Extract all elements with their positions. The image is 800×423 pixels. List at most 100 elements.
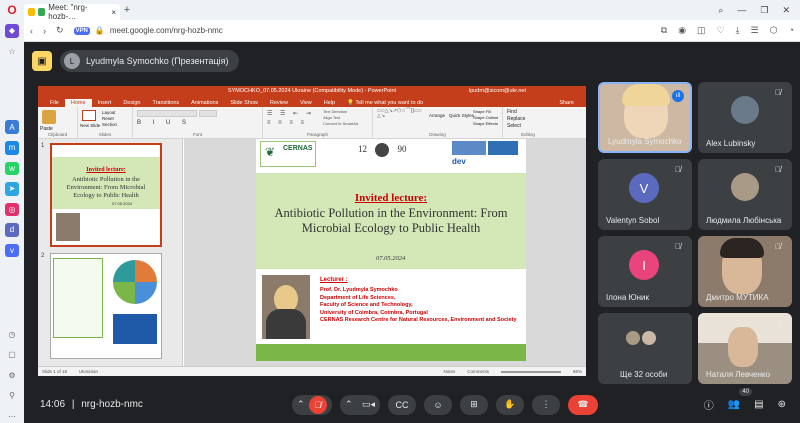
pin-icon[interactable]: ⚲ — [5, 389, 19, 403]
emoji-button[interactable]: ☺ — [424, 394, 452, 415]
chevron-up-icon[interactable]: ⌃ — [297, 399, 305, 410]
mic-off-button[interactable]: 🎙̸ — [309, 395, 327, 414]
participant-tile-4[interactable]: 🎙̸ Людмила Любінська — [698, 159, 792, 230]
profile-icon[interactable]: ◔ — [789, 25, 794, 36]
slide-thumb-1[interactable]: Invited lecture: Antibiotic Pollution in… — [50, 143, 162, 247]
layout-button[interactable]: Layout — [102, 110, 116, 115]
ppt-tab-view[interactable]: View — [294, 99, 318, 107]
font-format-buttons[interactable]: B I U S — [137, 120, 191, 126]
chevron-up-icon[interactable]: ⌃ — [345, 399, 353, 410]
ppt-tab-help[interactable]: Help — [318, 99, 341, 107]
ppt-tab-review[interactable]: Review — [264, 99, 294, 107]
box-icon[interactable]: ▢ — [5, 348, 19, 362]
history-icon[interactable]: ◷ — [5, 327, 19, 341]
quick-styles-button[interactable]: Quick Styles — [449, 113, 474, 118]
text-direction-button[interactable]: Text Direction — [323, 109, 347, 114]
captions-button[interactable]: CC — [388, 394, 416, 415]
language-indicator[interactable]: Ukrainian — [79, 369, 98, 374]
participant-tile-5[interactable]: I 🎙̸ Ілона Юник — [598, 236, 692, 307]
extensions-icon[interactable]: ⬡ — [770, 25, 778, 36]
back-icon[interactable]: ‹ — [30, 26, 33, 36]
shape-fill-button[interactable]: Shape Fill — [473, 109, 491, 114]
ppt-tab-design[interactable]: Design — [117, 99, 146, 107]
presentation-icon[interactable]: ▣ — [32, 51, 52, 71]
ppt-search[interactable]: 💡 Tell me what you want to do — [341, 99, 429, 107]
pip-icon[interactable]: ⧉ — [661, 25, 667, 36]
find-button[interactable]: Find — [507, 109, 517, 115]
aria-icon[interactable]: ◆ — [5, 24, 19, 38]
discord-icon[interactable]: d — [5, 223, 19, 237]
opera-menu-icon[interactable]: O — [0, 0, 24, 20]
telegram-icon[interactable]: ➤ — [5, 182, 19, 196]
participant-tile-6[interactable]: 🎙̸ Дмитро МУТИКА — [698, 236, 792, 307]
forward-icon[interactable]: › — [43, 26, 46, 36]
messenger-icon[interactable]: m — [5, 141, 19, 155]
select-button[interactable]: Select — [507, 123, 521, 129]
more-options-button[interactable]: ⋮ — [532, 394, 560, 415]
participant-tile-3[interactable]: V 🎙̸ Valentyn Sobol — [598, 159, 692, 230]
ppt-tab-slideshow[interactable]: Slide Show — [224, 99, 264, 107]
new-tab-button[interactable]: + — [120, 4, 134, 16]
vk-icon[interactable]: v — [5, 243, 19, 258]
reload-icon[interactable]: ↻ — [56, 25, 64, 36]
shape-effects-button[interactable]: Shape Effects — [473, 121, 498, 126]
leave-call-button[interactable]: ☎ — [568, 394, 598, 415]
font-family-select[interactable] — [137, 110, 197, 117]
camera-icon[interactable]: ▭◂ — [362, 399, 375, 410]
present-button[interactable]: ⊞ — [460, 394, 488, 415]
settings-icon[interactable]: ⚙ — [5, 368, 19, 382]
align-buttons[interactable]: ≡ ≡ ≡ ≡ — [267, 120, 307, 126]
close-window-button[interactable]: ✕ — [782, 5, 790, 16]
new-slide-label[interactable]: New Slide — [80, 123, 100, 128]
ppt-tab-home[interactable]: Home — [64, 99, 92, 107]
participant-tile-2[interactable]: 🎙̸ Alex Lubinsky — [698, 82, 792, 153]
tabs-search-icon[interactable]: ⌕ — [718, 5, 723, 16]
apps-icon[interactable]: A — [5, 120, 19, 134]
zoom-slider[interactable] — [500, 370, 561, 373]
font-size-select[interactable] — [199, 110, 217, 117]
people-icon[interactable]: 👥 — [728, 399, 740, 410]
mic-control[interactable]: ⌃ 🎙̸ — [292, 394, 332, 415]
camera-control[interactable]: ⌃ ▭◂ — [340, 394, 380, 415]
new-slide-icon[interactable] — [82, 110, 96, 121]
restore-button[interactable]: ❐ — [760, 5, 768, 16]
ppt-tab-animations[interactable]: Animations — [185, 99, 224, 107]
download-icon[interactable]: ⤓ — [736, 25, 740, 36]
replace-button[interactable]: Replace — [507, 116, 525, 122]
instagram-icon[interactable]: ◎ — [5, 202, 19, 217]
notes-button[interactable]: Notes — [443, 369, 455, 374]
ppt-tab-file[interactable]: File — [44, 99, 65, 107]
more-icon[interactable]: ⋯ — [5, 410, 19, 423]
section-button[interactable]: Section — [102, 122, 117, 127]
browser-tab-meet[interactable]: Meet: "nrg-hozb-… × — [24, 3, 120, 21]
presenter-chip[interactable]: L Lyudmyla Symochko (Презентація) — [60, 50, 239, 72]
ppt-tab-insert[interactable]: Insert — [92, 99, 118, 107]
participant-tile-more[interactable]: Ще 32 особи — [598, 313, 692, 384]
star-icon[interactable]: ☆ — [5, 45, 19, 59]
zoom-level[interactable]: 86% — [573, 369, 582, 374]
camera-icon[interactable]: ◉ — [678, 25, 686, 36]
info-icon[interactable]: ⓘ — [704, 397, 714, 412]
participant-tile-8[interactable]: 🎙̸ Наталя Левченко — [698, 313, 792, 384]
snapshot-icon[interactable]: ◫ — [697, 25, 706, 36]
easy-setup-icon[interactable]: ☰ — [751, 25, 759, 36]
close-tab-icon[interactable]: × — [111, 8, 116, 17]
paste-icon[interactable] — [42, 110, 56, 124]
shape-outline-button[interactable]: Shape Outline — [473, 115, 498, 120]
heart-icon[interactable]: ♡ — [717, 25, 725, 36]
reset-button[interactable]: Reset — [102, 116, 114, 121]
activities-icon[interactable]: ⊛ — [778, 399, 786, 410]
ppt-share-button[interactable]: Share — [553, 99, 580, 107]
shapes-gallery[interactable]: ▭○△↘↗⬠☆⌒{}▭○△↘ — [377, 109, 425, 129]
vpn-badge[interactable]: VPN — [73, 26, 90, 35]
minimize-button[interactable]: — — [737, 5, 746, 16]
arrange-button[interactable]: Arrange — [429, 113, 445, 118]
chat-icon[interactable]: ▤ — [754, 399, 763, 410]
align-text-button[interactable]: Align Text — [323, 115, 340, 120]
smartart-button[interactable]: Convert to SmartArt — [323, 121, 358, 126]
participant-tile-1[interactable]: ıll Lyudmyla Symochko — [598, 82, 692, 153]
current-slide[interactable]: CERNAS ❦ 12 90 dev Invited lecture: Anti… — [256, 139, 526, 361]
list-buttons[interactable]: ☰ ☰ ⇤ ⇥ — [267, 110, 314, 117]
url-field[interactable]: VPN 🔒 meet.google.com/nrg-hozb-nmc — [73, 26, 223, 35]
ppt-tab-transitions[interactable]: Transitions — [146, 99, 185, 107]
